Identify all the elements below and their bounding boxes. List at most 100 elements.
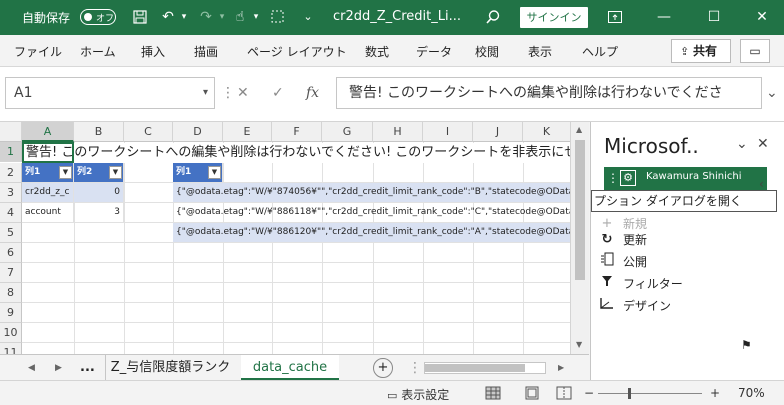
display-settings-button[interactable]: ▭ 表示設定 [387, 386, 449, 403]
column-header-a[interactable]: A [22, 122, 74, 142]
tab-page-layout[interactable]: ページ レイアウト [247, 43, 347, 60]
zoom-out-button[interactable]: − [584, 386, 594, 400]
comments-button[interactable]: ▭ [740, 39, 770, 63]
horizontal-scrollbar[interactable] [424, 362, 546, 374]
touch-mode-icon[interactable]: ☝ [232, 9, 248, 25]
undo-dropdown-icon[interactable]: ▾ [176, 9, 192, 25]
next-sheet-icon[interactable]: ▶ [55, 355, 62, 381]
table1-header-col2[interactable]: 列2 ▼ [74, 163, 124, 183]
user-bar[interactable]: ⋮ ⚙ Kawamura Shinichi [604, 167, 767, 191]
zoom-in-button[interactable]: + [710, 386, 720, 400]
column-header-e[interactable]: E [223, 122, 272, 142]
cancel-icon[interactable]: ✕ [237, 77, 249, 109]
row-header-1[interactable]: 1 [0, 142, 22, 162]
sheet-tab-credit-rank[interactable]: Z_与信限度額ランク [105, 355, 235, 381]
more-icon[interactable]: ⋮ [221, 77, 235, 109]
save-icon[interactable] [132, 9, 148, 25]
filter-dropdown-icon[interactable]: ▼ [59, 166, 72, 179]
row-header-7[interactable]: 7 [0, 263, 22, 283]
row-header-6[interactable]: 6 [0, 243, 22, 263]
menu-icon[interactable]: ⋮ [607, 171, 619, 185]
pane-close-button[interactable]: ✕ [757, 136, 769, 152]
select-area-icon[interactable] [270, 9, 286, 25]
table1-cell[interactable]: account [22, 203, 74, 223]
row-header-5[interactable]: 5 [0, 223, 22, 243]
share-button[interactable]: ⇪ 共有 [671, 39, 731, 63]
tab-file[interactable]: ファイル [14, 43, 62, 60]
column-header-h[interactable]: H [373, 122, 423, 142]
normal-view-icon[interactable] [485, 386, 501, 403]
expand-formula-icon[interactable]: ⌄ [766, 77, 778, 109]
customize-qat-icon[interactable]: ⌄ [300, 9, 316, 25]
tab-draw[interactable]: 描画 [194, 43, 218, 60]
table1-cell[interactable]: cr2dd_z_c [22, 183, 74, 203]
signin-button[interactable]: サインイン [520, 7, 588, 28]
table2-cell[interactable]: {"@odata.etag":"W/¥"874056¥"","cr2dd_cre… [173, 183, 571, 203]
touch-dropdown-icon[interactable]: ▾ [248, 9, 264, 25]
row-header-2[interactable]: 2 [0, 163, 22, 183]
row-header-10[interactable]: 10 [0, 323, 22, 343]
insert-function-button[interactable]: fx [306, 77, 319, 109]
pin-flag-icon[interactable]: ⚑ [741, 338, 752, 352]
page-layout-view-icon[interactable] [524, 386, 540, 403]
search-icon[interactable] [485, 9, 501, 25]
tab-view[interactable]: 表示 [528, 43, 552, 60]
more-sheets-button[interactable]: ... [80, 355, 95, 381]
more-icon[interactable]: ⋮ [408, 355, 422, 381]
settings-gear-icon[interactable]: ⚙ [620, 170, 636, 186]
tab-insert[interactable]: 挿入 [141, 43, 165, 60]
column-header-j[interactable]: J [473, 122, 523, 142]
warning-cell[interactable]: 警告! このワークシートへの編集や削除は行わないでください! このワークシートを… [23, 143, 571, 163]
table1-cell[interactable]: 0 [74, 183, 124, 203]
table2-cell[interactable]: {"@odata.etag":"W/¥"886120¥"","cr2dd_cre… [173, 223, 571, 243]
add-sheet-button[interactable]: + [373, 358, 393, 378]
menu-item-filter[interactable]: フィルター [602, 274, 683, 294]
prev-sheet-icon[interactable]: ◀ [28, 355, 35, 381]
table2-header-col1[interactable]: 列1 ▼ [173, 163, 223, 183]
row-header-9[interactable]: 9 [0, 303, 22, 323]
filter-dropdown-icon[interactable]: ▼ [208, 166, 221, 179]
column-header-f[interactable]: F [272, 122, 322, 142]
table1-header-col1[interactable]: 列1 ▼ [22, 163, 74, 183]
menu-item-refresh[interactable]: ↻ 更新 [602, 230, 647, 250]
ribbon-display-icon[interactable] [607, 9, 623, 25]
undo-icon[interactable]: ↶ [160, 9, 176, 25]
menu-item-publish[interactable]: 公開 [601, 252, 647, 272]
formula-input[interactable]: 警告! このワークシートへの編集や削除は行わないでくださ [336, 77, 762, 109]
redo-dropdown-icon[interactable]: ▾ [214, 9, 230, 25]
select-all-corner[interactable] [0, 122, 22, 142]
enter-icon[interactable]: ✓ [272, 77, 284, 109]
maximize-button[interactable]: ☐ [702, 5, 726, 29]
redo-icon[interactable]: ↷ [198, 9, 214, 25]
tab-data[interactable]: データ [416, 43, 452, 60]
filter-dropdown-icon[interactable]: ▼ [109, 166, 122, 179]
row-header-4[interactable]: 4 [0, 203, 22, 223]
scroll-up-icon[interactable]: ▲ [576, 125, 582, 134]
row-header-8[interactable]: 8 [0, 283, 22, 303]
sheet-tab-data-cache[interactable]: data_cache [241, 355, 339, 381]
zoom-slider[interactable] [598, 388, 702, 399]
column-header-b[interactable]: B [74, 122, 124, 142]
row-header-3[interactable]: 3 [0, 183, 22, 203]
column-header-c[interactable]: C [124, 122, 173, 142]
tab-home[interactable]: ホーム [80, 43, 116, 60]
hscroll-thumb[interactable] [425, 364, 525, 372]
menu-item-design[interactable]: デザイン [600, 296, 671, 316]
row-header-11[interactable]: 11 [0, 343, 22, 354]
close-button[interactable]: ✕ [750, 5, 774, 29]
worksheet-grid[interactable]: A B C D E F G H I J K 1 2 3 4 5 6 7 8 9 … [0, 122, 589, 354]
zoom-slider-thumb[interactable] [628, 388, 631, 399]
table2-cell[interactable]: {"@odata.etag":"W/¥"886118¥"","cr2dd_cre… [173, 203, 571, 223]
scroll-down-icon[interactable]: ▼ [576, 340, 582, 349]
column-header-k[interactable]: K [523, 122, 571, 142]
tab-formulas[interactable]: 数式 [365, 43, 389, 60]
page-break-view-icon[interactable] [556, 386, 572, 403]
column-header-i[interactable]: I [423, 122, 473, 142]
chevron-down-icon[interactable]: ▾ [203, 78, 208, 108]
scroll-thumb[interactable] [575, 140, 585, 280]
tab-review[interactable]: 校閲 [475, 43, 499, 60]
pane-options-icon[interactable]: ⌄ [736, 136, 748, 152]
scroll-right-icon[interactable]: ▶ [558, 355, 564, 381]
name-box[interactable]: A1 ▾ [5, 77, 215, 109]
table1-cell[interactable]: 3 [74, 203, 124, 223]
